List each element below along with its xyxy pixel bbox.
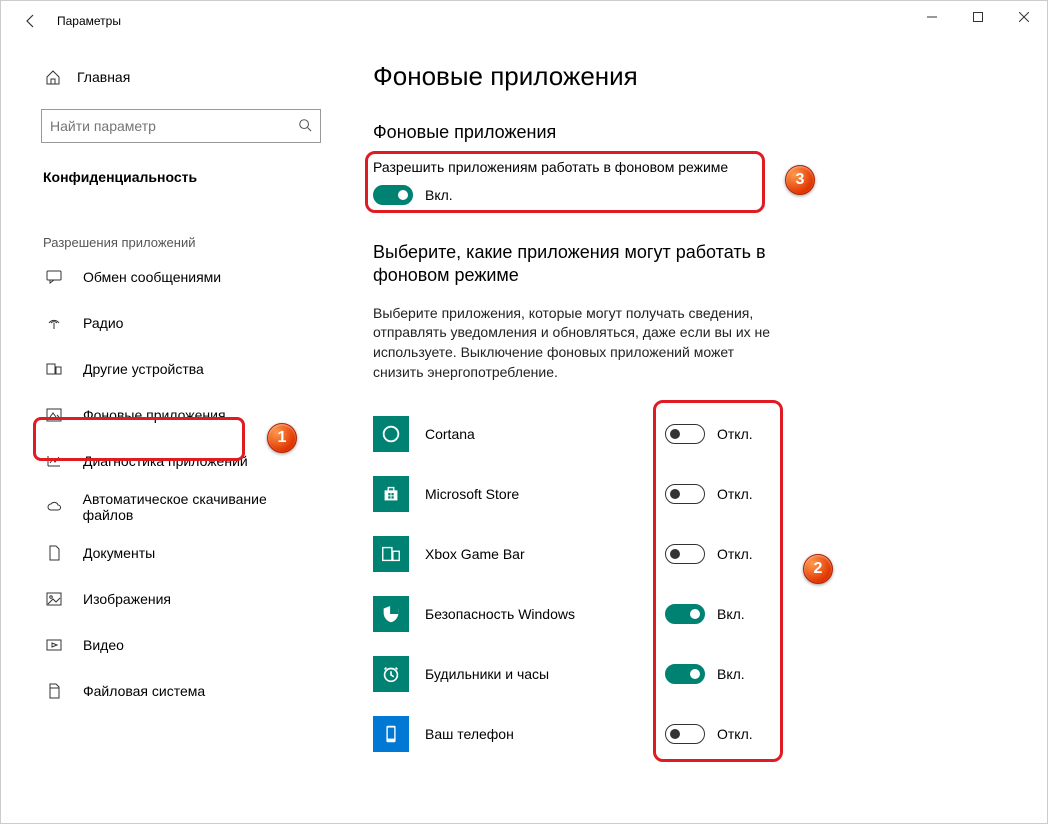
bg-icon xyxy=(45,407,63,423)
app-toggle-state: Вкл. xyxy=(717,666,745,682)
maximize-button[interactable] xyxy=(955,1,1001,33)
help-text: Выберите приложения, которые могут получ… xyxy=(373,304,773,382)
sidebar-item-label: Другие устройства xyxy=(83,361,204,377)
app-toggle[interactable] xyxy=(665,544,705,564)
app-list: 2 CortanaОткл.Microsoft StoreОткл.Xbox G… xyxy=(373,404,1007,764)
app-name: Будильники и часы xyxy=(425,666,645,682)
page-title: Фоновые приложения xyxy=(373,61,1007,92)
sidebar-item-video[interactable]: Видео xyxy=(41,622,321,668)
back-button[interactable] xyxy=(13,3,49,39)
sidebar-item-devices[interactable]: Другие устройства xyxy=(41,346,321,392)
app-toggle-state: Откл. xyxy=(717,726,753,742)
app-row: Безопасность Windows Вкл. xyxy=(373,584,1007,644)
close-icon xyxy=(1019,12,1029,22)
master-toggle[interactable] xyxy=(373,185,413,205)
img-icon xyxy=(45,591,63,607)
sidebar-item-cloud[interactable]: Автоматическое скачивание файлов xyxy=(41,484,321,530)
sidebar-item-label: Видео xyxy=(83,637,124,653)
xbox-icon xyxy=(373,536,409,572)
sidebar-item-label: Документы xyxy=(83,545,155,561)
phone-icon xyxy=(373,716,409,752)
sidebar-item-img[interactable]: Изображения xyxy=(41,576,321,622)
app-toggle-state: Вкл. xyxy=(717,606,745,622)
titlebar: Параметры xyxy=(1,1,1047,41)
sidebar-item-label: Обмен сообщениями xyxy=(83,269,221,285)
app-name: Microsoft Store xyxy=(425,486,645,502)
app-row: Xbox Game Bar Откл. xyxy=(373,524,1007,584)
content: Фоновые приложения Фоновые приложения Ра… xyxy=(341,41,1047,823)
diag-icon xyxy=(45,453,63,469)
window-controls xyxy=(909,1,1047,33)
doc-icon xyxy=(45,545,63,561)
sidebar-item-label: Автоматическое скачивание файлов xyxy=(83,491,317,523)
clock-icon xyxy=(373,656,409,692)
app-toggle[interactable] xyxy=(665,664,705,684)
nav-list: Обмен сообщениями Радио Другие устройства Ф… xyxy=(41,254,321,714)
home-link[interactable]: Главная xyxy=(41,61,321,93)
app-toggle[interactable] xyxy=(665,424,705,444)
search-icon xyxy=(298,118,312,135)
shield-icon xyxy=(373,596,409,632)
app-row: Cortana Откл. xyxy=(373,404,1007,464)
radio-icon xyxy=(45,315,63,331)
apps-heading: Выберите, какие приложения могут работат… xyxy=(373,241,793,288)
master-toggle-state: Вкл. xyxy=(425,187,453,203)
master-toggle-block: Разрешить приложениям работать в фоновом… xyxy=(373,157,1007,213)
home-label: Главная xyxy=(77,69,130,85)
fs-icon xyxy=(45,683,63,699)
app-toggle-state: Откл. xyxy=(717,546,753,562)
app-name: Xbox Game Bar xyxy=(425,546,645,562)
master-heading: Фоновые приложения xyxy=(373,122,1007,143)
maximize-icon xyxy=(973,12,983,22)
sidebar-item-chat[interactable]: Обмен сообщениями xyxy=(41,254,321,300)
annotation-badge-3: 3 xyxy=(785,165,815,195)
app-toggle[interactable] xyxy=(665,724,705,744)
sidebar-item-label: Изображения xyxy=(83,591,171,607)
app-name: Cortana xyxy=(425,426,645,442)
app-name: Ваш телефон xyxy=(425,726,645,742)
sidebar-item-label: Радио xyxy=(83,315,123,331)
store-icon xyxy=(373,476,409,512)
app-toggle-state: Откл. xyxy=(717,486,753,502)
search-input[interactable] xyxy=(50,118,298,134)
app-toggle[interactable] xyxy=(665,484,705,504)
window-title: Параметры xyxy=(57,14,121,28)
app-name: Безопасность Windows xyxy=(425,606,645,622)
master-toggle-label: Разрешить приложениям работать в фоновом… xyxy=(373,159,1007,175)
annotation-badge-1: 1 xyxy=(267,423,297,453)
minimize-button[interactable] xyxy=(909,1,955,33)
chat-icon xyxy=(45,269,63,285)
close-button[interactable] xyxy=(1001,1,1047,33)
section-label: Разрешения приложений xyxy=(41,231,321,254)
cloud-icon xyxy=(45,499,63,515)
app-toggle-state: Откл. xyxy=(717,426,753,442)
sidebar-item-fs[interactable]: Файловая система xyxy=(41,668,321,714)
sidebar-item-label: Диагностика приложений xyxy=(83,453,248,469)
sidebar-item-label: Фоновые приложения xyxy=(83,407,226,423)
app-row: Ваш телефон Откл. xyxy=(373,704,1007,764)
sidebar-item-radio[interactable]: Радио xyxy=(41,300,321,346)
sidebar-item-label: Файловая система xyxy=(83,683,205,699)
video-icon xyxy=(45,637,63,653)
minimize-icon xyxy=(927,12,937,22)
home-icon xyxy=(45,69,61,85)
app-row: Будильники и часы Вкл. xyxy=(373,644,1007,704)
app-toggle[interactable] xyxy=(665,604,705,624)
category-title: Конфиденциальность xyxy=(41,165,321,189)
annotation-badge-2: 2 xyxy=(803,554,833,584)
app-row: Microsoft Store Откл. xyxy=(373,464,1007,524)
cortana-icon xyxy=(373,416,409,452)
devices-icon xyxy=(45,361,63,377)
sidebar-item-doc[interactable]: Документы xyxy=(41,530,321,576)
arrow-left-icon xyxy=(23,13,39,29)
search-box[interactable] xyxy=(41,109,321,143)
